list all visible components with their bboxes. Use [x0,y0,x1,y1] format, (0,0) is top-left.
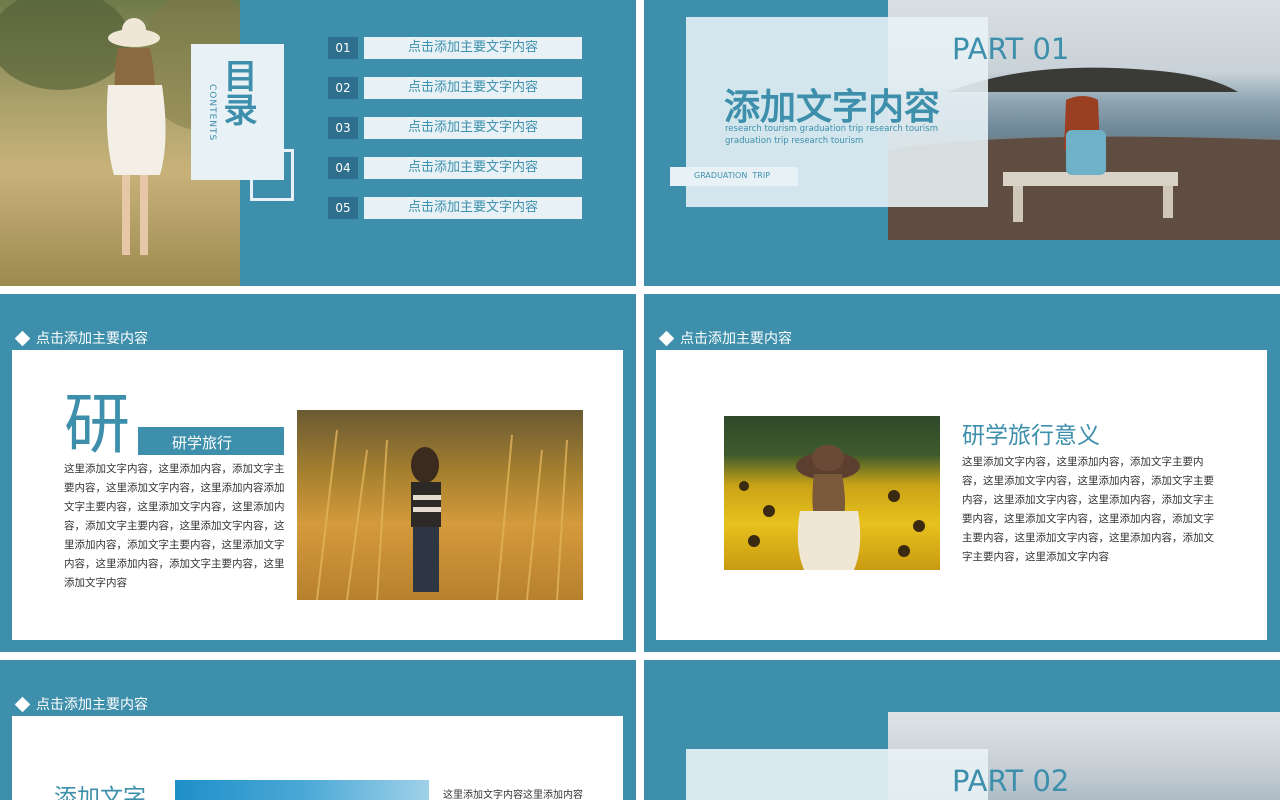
section-heading: 研学旅行意义 [962,423,1100,449]
slide-research-meaning[interactable]: 点击添加主要内容 研学旅行意义 这里添加文字内容，这里添加内容，添加文字主要内容… [644,294,1280,652]
toc-item-label[interactable]: 点击添加主要文字内容 [364,157,582,179]
slide-title: 点击添加主要内容 [14,328,148,348]
toc-item-number: 05 [328,197,358,219]
section-heading: 添加文字 [54,785,146,800]
label-bar: 研学旅行 [138,427,284,455]
part-label: PART 01 [952,32,1070,66]
graduation-tag: GRADUATION TRIP [670,167,798,186]
slide-add-text[interactable]: 点击添加主要内容 添加文字 这里添加文字内容这里添加内容 [0,660,636,800]
title-overlay-box [686,749,988,800]
toc-item-number: 04 [328,157,358,179]
toc-item-label[interactable]: 点击添加主要文字内容 [364,77,582,99]
woman-sunflower-field-photo [724,416,940,570]
slide-research-intro[interactable]: 点击添加主要内容 研 研学旅行 这里添加文字内容，这里添加内容，添加文字主要内容… [0,294,636,652]
toc-item-label[interactable]: 点击添加主要文字内容 [364,117,582,139]
slide-title-text: 点击添加主要内容 [36,331,148,347]
big-character: 研 [64,386,130,463]
diamond-icon [658,330,675,346]
slide-toc[interactable]: 目录 CONTENTS 01 点击添加主要文字内容 02 点击添加主要文字内容 … [0,0,636,286]
content-panel: 研 研学旅行 这里添加文字内容，这里添加内容，添加文字主要内容，这里添加文字内容… [12,350,623,640]
toc-item-label[interactable]: 点击添加主要文字内容 [364,197,582,219]
content-panel: 添加文字 这里添加文字内容这里添加内容 [12,716,623,800]
part-label: PART 02 [952,764,1070,798]
subtitle-line-1: research tourism graduation trip researc… [725,124,938,134]
slide-title: 点击添加主要内容 [14,694,148,714]
slide-title: 点击添加主要内容 [658,328,792,348]
slide-title-text: 点击添加主要内容 [680,331,792,347]
section-heading: 添加文字内容 [724,87,941,128]
woman-wheat-field-photo [297,410,583,600]
diamond-icon [14,696,31,712]
body-paragraph: 这里添加文字内容，这里添加内容，添加文字主要内容，这里添加文字内容，这里添加内容… [962,456,1214,563]
body-paragraph: 这里添加文字内容这里添加内容 [443,790,583,800]
toc-item-number: 03 [328,117,358,139]
slide-title-text: 点击添加主要内容 [36,697,148,713]
graduation-tag-text: GRADUATION TRIP [694,171,771,180]
slide-part-02[interactable]: PART 02 [644,660,1280,800]
body-paragraph: 这里添加文字内容，这里添加内容，添加文字主要内容，这里添加文字内容，这里添加内容… [64,463,285,589]
toc-item-label[interactable]: 点击添加主要文字内容 [364,37,582,59]
toc-item-number: 02 [328,77,358,99]
diamond-icon [14,330,31,346]
slide-part-01[interactable]: PART 01 添加文字内容 research tourism graduati… [644,0,1280,286]
toc-title-en: CONTENTS [207,84,217,142]
decorative-square-outline [250,149,294,201]
label-bar-text: 研学旅行 [172,434,233,452]
toc-title-cn: 目录 [217,58,257,126]
toc-item-number: 01 [328,37,358,59]
content-panel: 研学旅行意义 这里添加文字内容，这里添加内容，添加文字主要内容，这里添加文字内容… [656,350,1267,640]
subtitle-line-2: graduation trip research tourism [725,136,864,146]
gradient-photo-block [175,780,429,800]
